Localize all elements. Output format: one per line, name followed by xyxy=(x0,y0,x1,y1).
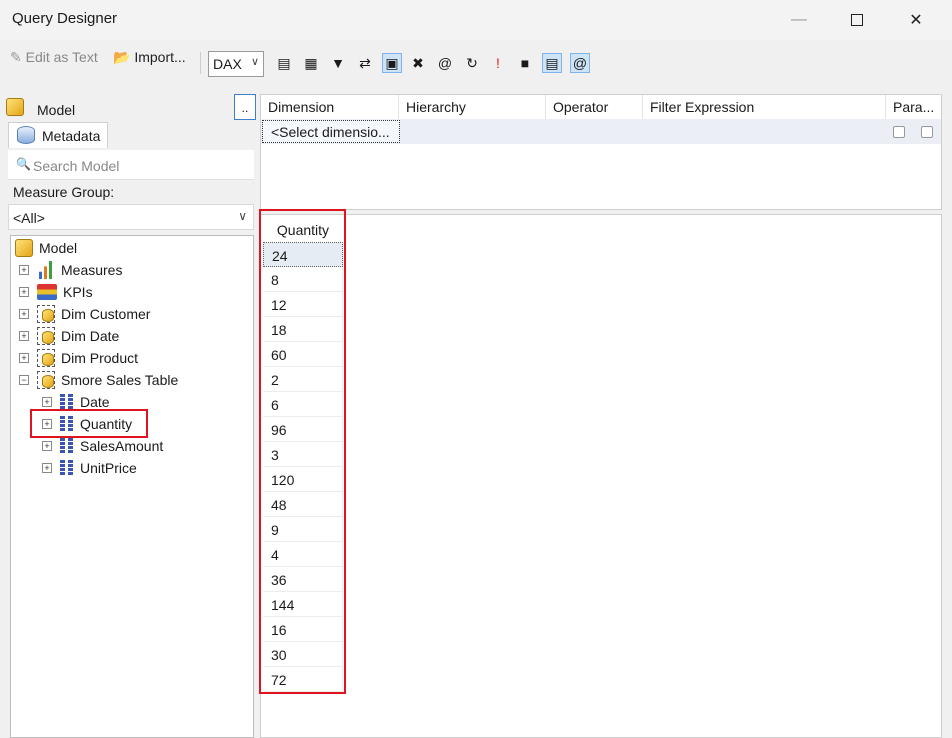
tree-node-label: Measures xyxy=(61,262,123,278)
expand-icon[interactable]: + xyxy=(42,397,52,407)
column-header-operator[interactable]: Operator xyxy=(546,95,643,119)
tree-node-label: Dim Date xyxy=(61,328,120,344)
close-button[interactable]: ✕ xyxy=(887,0,945,40)
window-title: Query Designer xyxy=(12,10,118,27)
query-language-value: DAX xyxy=(213,56,242,72)
tab-metadata[interactable]: Metadata xyxy=(8,122,108,148)
metadata-icon xyxy=(17,126,35,144)
tree-node-smore-sales-table[interactable]: − Smore Sales Table xyxy=(19,370,178,390)
show-empty-cells-icon[interactable]: ▣ xyxy=(382,53,402,73)
minimize-icon: — xyxy=(791,11,807,28)
table-icon xyxy=(37,305,55,323)
chevron-down-icon: ∨ xyxy=(250,56,259,68)
filter-grid[interactable]: Dimension Hierarchy Operator Filter Expr… xyxy=(260,94,942,210)
minimize-button[interactable]: — xyxy=(770,0,828,40)
tree-node-kpis[interactable]: + KPIs xyxy=(19,282,93,302)
expand-icon[interactable]: + xyxy=(42,441,52,451)
table-icon xyxy=(37,327,55,345)
edit-as-text-label: Edit as Text xyxy=(25,49,98,65)
filter-icon[interactable]: ▼ xyxy=(328,53,348,73)
close-icon: ✕ xyxy=(909,12,923,29)
import-button[interactable]: 📂 Import... xyxy=(113,49,186,66)
kpi-icon xyxy=(37,284,57,300)
tree-node-dim-date[interactable]: + Dim Date xyxy=(19,326,119,346)
column-header-hierarchy[interactable]: Hierarchy xyxy=(399,95,546,119)
column-icon xyxy=(60,460,74,476)
delete-icon[interactable]: ✖ xyxy=(408,53,428,73)
run-query-icon[interactable]: ! xyxy=(488,53,508,73)
toolbar-separator xyxy=(200,52,201,74)
tree-node-label: Date xyxy=(80,394,110,410)
results-grid[interactable]: Quantity 24 8 12 18 60 2 6 96 3 120 48 9 4 36 144 16 30 7… xyxy=(260,214,942,738)
highlight-box-quantity-column xyxy=(259,209,346,694)
model-cube-icon xyxy=(15,239,33,257)
highlight-box-quantity-node xyxy=(30,409,148,438)
measure-group-select[interactable]: <All> ∨ xyxy=(8,204,254,230)
tree-node-dim-product[interactable]: + Dim Product xyxy=(19,348,138,368)
title-bar: Query Designer — ✕ xyxy=(0,0,952,40)
column-header-parameters[interactable]: Para... xyxy=(886,95,941,119)
tree-node-label: Dim Product xyxy=(61,350,139,366)
expand-icon[interactable]: + xyxy=(42,463,52,473)
tree-node-model[interactable]: Model xyxy=(15,238,77,258)
model-label: Model xyxy=(37,102,76,118)
tree-node-unit-price[interactable]: + UnitPrice xyxy=(42,458,137,478)
search-model-input[interactable]: 🔍 Search Model xyxy=(8,150,254,180)
model-header: Model .. xyxy=(6,94,256,120)
refresh-icon[interactable]: ↻ xyxy=(462,53,482,73)
cancel-query-icon[interactable]: ■ xyxy=(515,53,535,73)
tree-node-label: UnitPrice xyxy=(80,460,137,476)
folder-icon: 📂 xyxy=(113,49,131,65)
toolbar: ✎ Edit as Text 📂 Import... DAX ∨ ▤ ▦ ▼ ⇄… xyxy=(0,40,952,82)
tree-node-label: KPIs xyxy=(63,284,93,300)
tree-node-sales-amount[interactable]: + SalesAmount xyxy=(42,436,163,456)
parameter-checkbox[interactable] xyxy=(893,126,905,138)
expand-icon[interactable]: + xyxy=(19,287,29,297)
expand-icon[interactable]: + xyxy=(19,331,29,341)
tree-node-measures[interactable]: + Measures xyxy=(19,260,122,280)
maximize-icon xyxy=(851,14,863,26)
measure-group-label: Measure Group: xyxy=(13,184,115,200)
search-icon: 🔍 xyxy=(16,157,31,171)
tree-node-label: SalesAmount xyxy=(80,438,164,454)
tree-node-label: Smore Sales Table xyxy=(61,372,179,388)
measure-group-value: <All> xyxy=(13,210,45,226)
maximize-button[interactable] xyxy=(828,0,886,40)
auto-execute-icon[interactable]: ▤ xyxy=(542,53,562,73)
expand-icon[interactable]: + xyxy=(19,353,29,363)
query-parameters-icon[interactable]: @ xyxy=(435,53,455,73)
query-language-select[interactable]: DAX ∨ xyxy=(208,51,264,77)
tree-node-label: Model xyxy=(39,240,78,256)
select-cube-button[interactable]: .. xyxy=(234,94,256,120)
table-icon xyxy=(37,371,55,389)
calculator-icon[interactable]: ▦ xyxy=(301,53,321,73)
design-mode-icon[interactable]: @ xyxy=(570,53,590,73)
filter-row: <Select dimensio... xyxy=(261,119,941,144)
add-calculated-member-icon[interactable]: ▤ xyxy=(274,53,294,73)
tree-node-dim-customer[interactable]: + Dim Customer xyxy=(19,304,150,324)
table-icon xyxy=(37,349,55,367)
column-icon xyxy=(60,394,74,410)
parameter-checkbox[interactable] xyxy=(921,126,933,138)
tab-metadata-label: Metadata xyxy=(42,128,101,144)
expand-icon[interactable]: + xyxy=(19,265,29,275)
edit-text-icon: ✎ xyxy=(10,49,22,65)
column-icon xyxy=(60,438,74,454)
search-placeholder: Search Model xyxy=(33,158,120,174)
column-header-dimension[interactable]: Dimension xyxy=(261,95,399,119)
swap-icon[interactable]: ⇄ xyxy=(355,53,375,73)
measures-icon xyxy=(37,261,55,279)
model-cube-icon xyxy=(6,98,24,116)
column-header-filter-expression[interactable]: Filter Expression xyxy=(643,95,886,119)
collapse-icon[interactable]: − xyxy=(19,375,29,385)
expand-icon[interactable]: + xyxy=(19,309,29,319)
tree-node-label: Dim Customer xyxy=(61,306,151,322)
metadata-tree[interactable]: Model + Measures + KPIs + Dim Customer +… xyxy=(10,235,254,738)
import-label: Import... xyxy=(134,49,186,65)
edit-as-text-button[interactable]: ✎ Edit as Text xyxy=(10,49,98,66)
chevron-down-icon: ∨ xyxy=(238,209,247,223)
select-dimension-cell[interactable]: <Select dimensio... xyxy=(262,120,400,143)
